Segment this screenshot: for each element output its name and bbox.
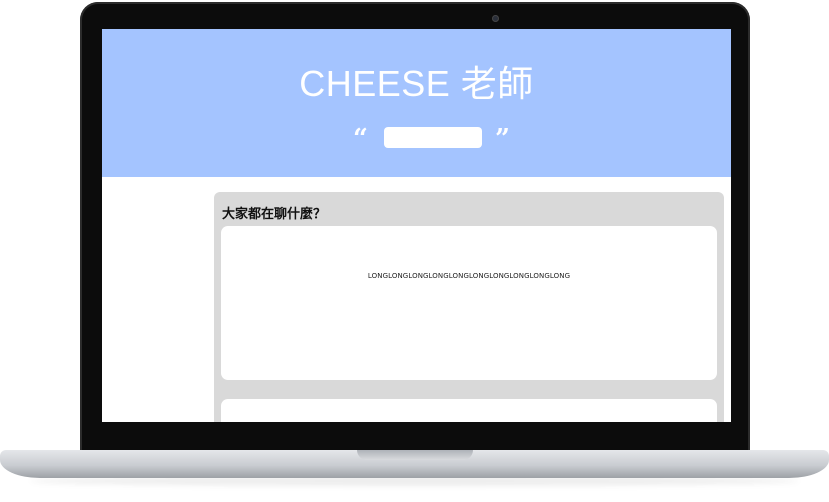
message-card[interactable]: LONGLONGLONGLONGLONGLONGLONGLONGLONGLONG [221,226,717,380]
chat-panel: 大家都在聊什麼？ LONGLONGLONGLONGLONGLONGLONGLON… [214,192,724,422]
page-header: CHEESE 老師 “ ” [102,29,731,177]
chat-heading: 大家都在聊什麼？ [222,207,327,222]
open-quote-mark: “ [353,124,368,154]
screen: CHEESE 老師 “ ” 大家都在聊什麼？ LONGLONGLONGLONGL… [102,29,731,422]
laptop-notch [357,450,473,460]
close-quote-mark: ” [495,124,510,154]
camera-icon [492,15,499,22]
page-title: CHEESE 老師 [299,63,534,104]
quote-input[interactable] [384,127,482,148]
message-text: LONGLONGLONGLONGLONGLONGLONGLONGLONGLONG [367,272,571,280]
laptop-frame: CHEESE 老師 “ ” 大家都在聊什麼？ LONGLONGLONGLONGL… [0,0,829,502]
message-card[interactable] [221,399,717,422]
